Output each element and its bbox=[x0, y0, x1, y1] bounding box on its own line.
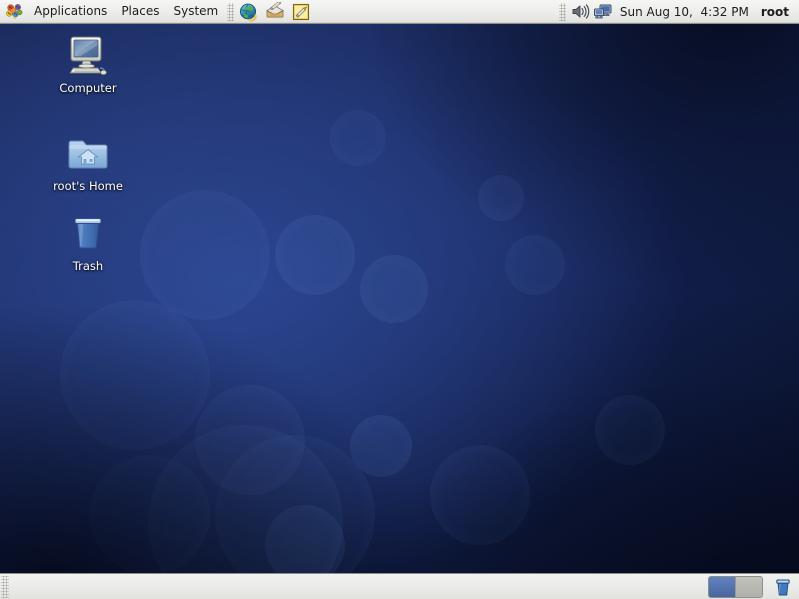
desktop-icon-home[interactable]: root's Home bbox=[40, 128, 136, 193]
wallpaper-vignette-top-right bbox=[359, 0, 799, 300]
window-list-drag-handle[interactable] bbox=[1, 575, 9, 598]
trash-icon bbox=[776, 579, 790, 595]
panel-drag-handle[interactable] bbox=[227, 2, 235, 21]
globe-icon bbox=[240, 3, 257, 21]
user-menu[interactable]: root bbox=[755, 3, 795, 21]
email-client-launcher[interactable] bbox=[264, 1, 286, 23]
volume-tray-icon[interactable] bbox=[570, 2, 592, 22]
wallpaper-bubble bbox=[275, 215, 355, 295]
two-monitors-icon bbox=[593, 4, 612, 19]
workspace-2[interactable] bbox=[736, 576, 762, 597]
desktop-icon-label: Trash bbox=[72, 259, 104, 273]
web-browser-launcher[interactable] bbox=[238, 1, 260, 23]
wallpaper-vignette-bottom-right bbox=[379, 379, 799, 599]
trash-applet[interactable] bbox=[771, 576, 795, 598]
home-folder-icon bbox=[64, 128, 112, 176]
notepad-pencil-icon bbox=[293, 3, 310, 20]
network-tray-icon[interactable] bbox=[592, 2, 614, 22]
workspace-switcher[interactable] bbox=[708, 575, 763, 598]
clock-applet[interactable]: Sun Aug 10, 4:32 PM bbox=[614, 3, 755, 21]
workspace-1[interactable] bbox=[709, 576, 736, 597]
trash-icon bbox=[64, 208, 112, 256]
menu-system[interactable]: System bbox=[166, 1, 225, 22]
bottom-panel bbox=[0, 573, 799, 599]
desktop-icon-computer[interactable]: Computer bbox=[40, 30, 136, 95]
top-panel: Applications Places System Sun Aug 10, 4… bbox=[0, 0, 799, 24]
menu-applications[interactable]: Applications bbox=[27, 1, 114, 22]
notification-area bbox=[570, 2, 614, 22]
desktop-icon-label: root's Home bbox=[53, 179, 123, 193]
tray-drag-handle[interactable] bbox=[558, 2, 566, 21]
wallpaper-vignette-bottom-left bbox=[0, 299, 440, 599]
menu-places[interactable]: Places bbox=[114, 1, 166, 22]
desktop-root: Computer root's Home Trash Applications … bbox=[0, 0, 799, 599]
desktop-icon-label: Computer bbox=[59, 81, 117, 95]
window-list[interactable] bbox=[9, 576, 708, 598]
desktop-icon-trash[interactable]: Trash bbox=[40, 208, 136, 273]
fedora-applications-icon[interactable] bbox=[3, 1, 25, 23]
speaker-icon bbox=[572, 4, 590, 19]
text-editor-launcher[interactable] bbox=[290, 1, 312, 23]
computer-icon bbox=[64, 30, 112, 78]
envelope-pencil-icon bbox=[266, 1, 285, 17]
